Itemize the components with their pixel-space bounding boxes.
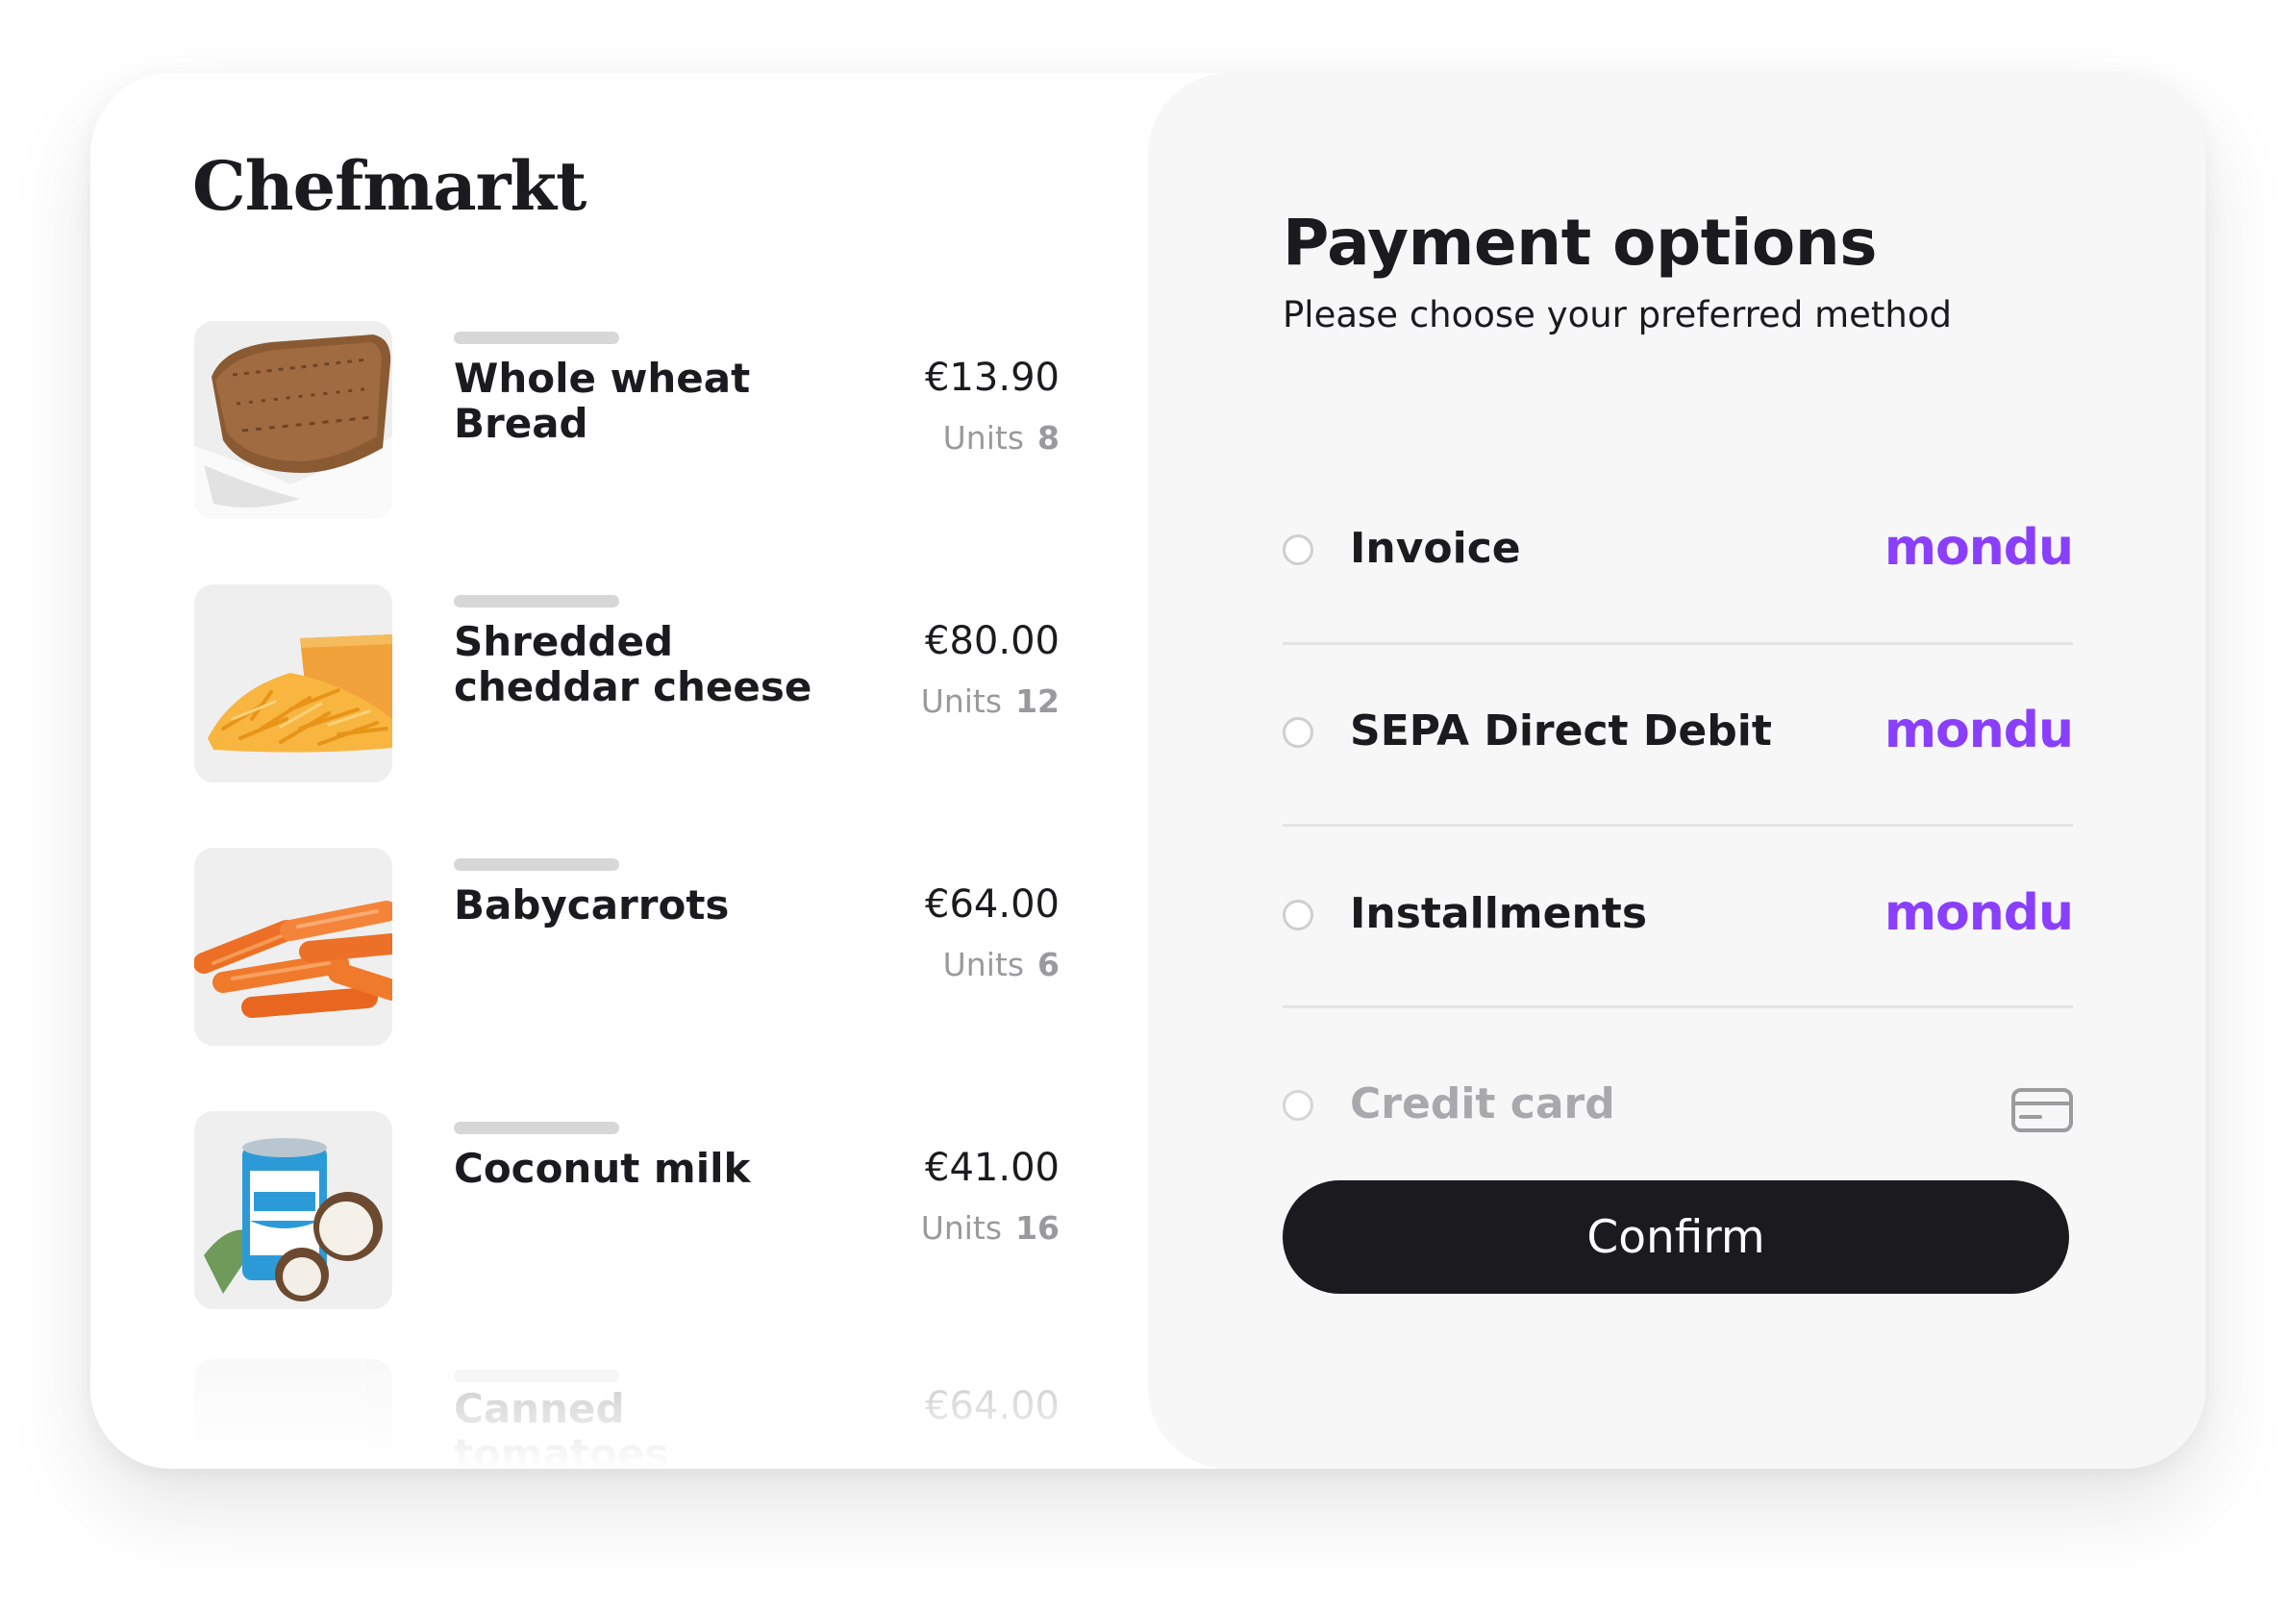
item-placeholder-bar [454, 858, 619, 871]
item-placeholder-bar [454, 1122, 619, 1134]
units-label: Units [920, 682, 1003, 720]
cart-item-carrots: Babycarrots €64.00 Units 6 [194, 848, 1060, 1046]
mondu-logo: mondu [1884, 702, 2074, 759]
units-value: 12 [1015, 682, 1060, 720]
divider [1283, 642, 2073, 645]
units-label: Units [942, 419, 1025, 457]
cart-panel: Chefmarkt Whole wheat Bread €13.90 Units… [90, 73, 1148, 1469]
item-price: €13.90 [925, 356, 1060, 400]
item-price: €64.00 [925, 882, 1060, 927]
checkout-card: Chefmarkt Whole wheat Bread €13.90 Units… [90, 73, 2206, 1469]
item-placeholder-bar [454, 332, 619, 344]
option-label: Invoice [1350, 524, 1521, 573]
radio-button[interactable] [1283, 1090, 1313, 1121]
payment-option-invoice[interactable]: Invoice mondu [1283, 508, 2074, 600]
mondu-logo: mondu [1884, 884, 2074, 942]
units-label: Units [920, 1209, 1003, 1247]
item-price: €80.00 [925, 619, 1060, 663]
bread-photo [194, 321, 392, 519]
mondu-logo: mondu [1884, 519, 2074, 577]
divider [1283, 1005, 2073, 1008]
cart-item-bread: Whole wheat Bread €13.90 Units 8 [194, 321, 1060, 519]
item-units: Units 8 [810, 419, 1060, 457]
units-label: Units [942, 946, 1025, 983]
tomatoes-photo [194, 1359, 392, 1469]
item-units: Units 6 [810, 946, 1060, 983]
radio-button[interactable] [1283, 717, 1313, 748]
item-name: Coconut milk [454, 1145, 751, 1192]
item-name: Shredded cheddar cheese [454, 618, 812, 710]
item-name: Babycarrots [454, 881, 730, 929]
radio-button[interactable] [1283, 900, 1313, 930]
credit-card-icon [2011, 1088, 2073, 1132]
item-placeholder-bar [454, 595, 619, 607]
item-name: Canned tomatoes [454, 1385, 669, 1469]
option-label: Installments [1350, 889, 1648, 938]
payment-subtitle: Please choose your preferred method [1283, 294, 1952, 335]
brand-logo: Chefmarkt [192, 146, 586, 226]
carrots-photo [194, 848, 392, 1046]
option-label: SEPA Direct Debit [1350, 706, 1772, 755]
payment-option-sepa-direct-debit[interactable]: SEPA Direct Debit mondu [1283, 690, 2074, 782]
item-price: €41.00 [925, 1146, 1060, 1190]
units-value: 8 [1037, 419, 1060, 457]
cart-item-cheese: Shredded cheddar cheese €80.00 Units 12 [194, 584, 1060, 782]
item-placeholder-bar [454, 1370, 619, 1382]
payment-panel: Payment options Please choose your prefe… [1148, 73, 2206, 1469]
item-units: Units 12 [810, 682, 1060, 720]
cart-item-coconut-milk: Coconut milk €41.00 Units 16 [194, 1111, 1060, 1309]
item-name: Whole wheat Bread [454, 355, 751, 447]
units-value: 16 [1015, 1209, 1060, 1247]
payment-title: Payment options [1283, 206, 1878, 280]
divider [1283, 824, 2073, 827]
cheese-photo [194, 584, 392, 782]
confirm-button[interactable]: Confirm [1283, 1180, 2069, 1294]
item-units: Units 16 [810, 1209, 1060, 1247]
option-label: Credit card [1350, 1079, 1615, 1128]
radio-button[interactable] [1283, 534, 1313, 565]
coconut-milk-photo [194, 1111, 392, 1309]
payment-option-installments[interactable]: Installments mondu [1283, 873, 2074, 965]
cart-item-canned-tomatoes: Canned tomatoes €64.00 [194, 1359, 1060, 1469]
item-price: €64.00 [925, 1384, 1060, 1428]
payment-option-credit-card[interactable]: Credit card [1283, 1063, 2073, 1155]
units-value: 6 [1037, 946, 1060, 983]
page: Chefmarkt Whole wheat Bread €13.90 Units… [0, 0, 2296, 1610]
